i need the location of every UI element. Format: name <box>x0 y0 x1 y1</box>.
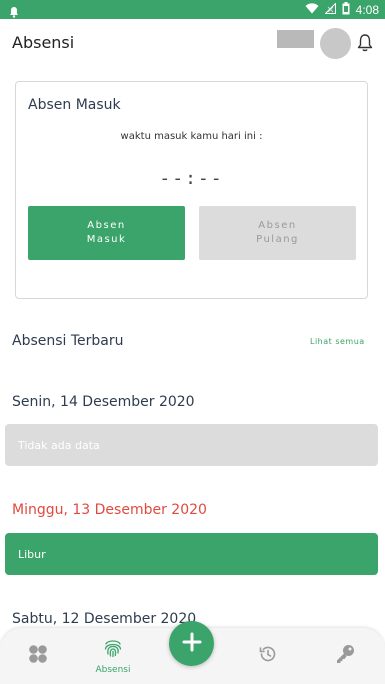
page-title: Absensi <box>12 33 75 52</box>
bell-icon[interactable] <box>356 33 374 53</box>
check-in-card: Absen Masuk waktu masuk kamu hari ini : … <box>15 81 368 299</box>
card-title: Absen Masuk <box>28 97 121 113</box>
nav-absensi-label: Absensi <box>95 665 131 675</box>
signal-icon <box>323 2 336 17</box>
day-date-holiday: Minggu, 13 Desember 2020 <box>12 502 207 518</box>
wifi-icon <box>305 3 319 17</box>
day-date: Senin, 14 Desember 2020 <box>12 394 195 410</box>
logo-placeholder <box>277 30 314 48</box>
check-out-button[interactable]: Absen Pulang <box>199 206 356 260</box>
battery-icon <box>342 2 350 18</box>
day-status-holiday[interactable]: Libur <box>5 533 378 575</box>
key-icon <box>334 643 356 669</box>
app-bar: Absensi <box>0 19 385 69</box>
fingerprint-icon <box>102 637 124 663</box>
add-button[interactable] <box>169 621 214 666</box>
plus-icon <box>181 631 203 657</box>
day-date: Sabtu, 12 Desember 2020 <box>12 611 197 627</box>
history-icon <box>258 644 278 668</box>
check-in-time-label: waktu masuk kamu hari ini : <box>120 131 263 142</box>
nav-password[interactable] <box>315 628 375 684</box>
nav-history[interactable] <box>238 628 298 684</box>
status-bar: 4:08 <box>0 0 385 19</box>
recent-attendance-title: Absensi Terbaru <box>12 333 124 349</box>
day-status-no-data[interactable]: Tidak ada data <box>5 424 378 466</box>
avatar[interactable] <box>320 28 351 59</box>
dashboard-icon <box>27 643 49 669</box>
nav-home[interactable] <box>8 628 68 684</box>
nav-absensi[interactable]: Absensi <box>83 628 143 684</box>
clock: 4:08 <box>355 3 379 17</box>
see-all-link[interactable]: Lihat semua <box>310 337 365 346</box>
check-in-button[interactable]: Absen Masuk <box>28 206 185 260</box>
check-in-time-value: --:-- <box>159 168 224 189</box>
